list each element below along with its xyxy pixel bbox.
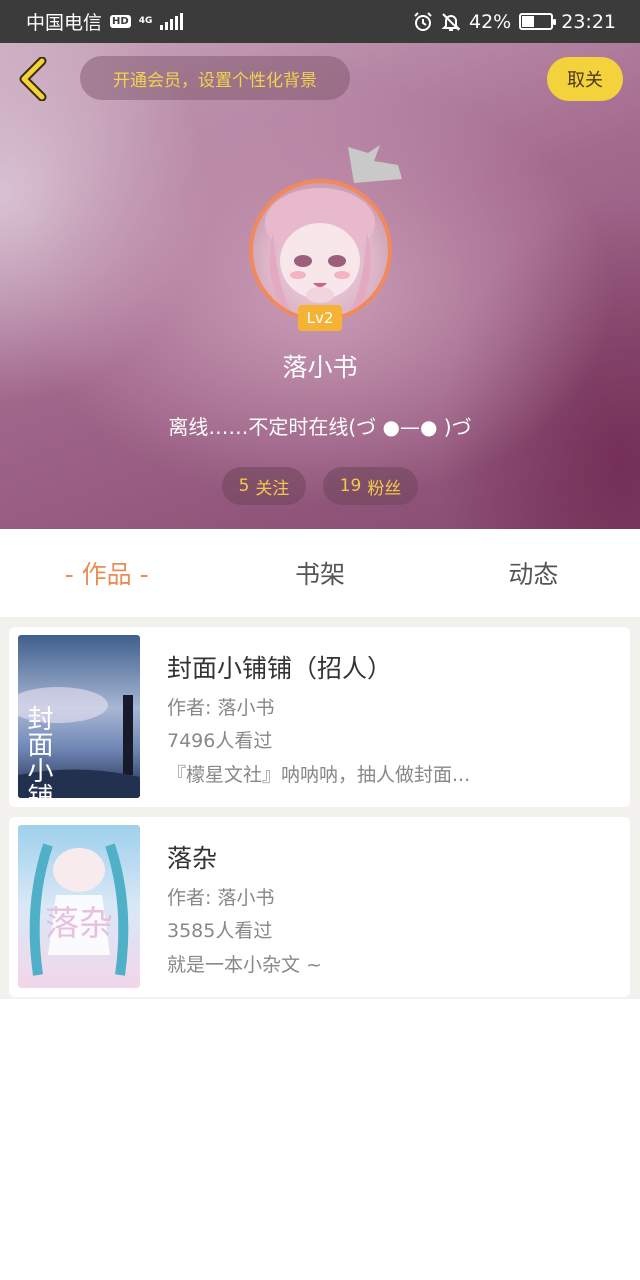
works-list: 封面小铺 封面小铺铺（招人） 作者: 落小书 7496人看过 『檬星文社』呐呐呐… <box>0 617 640 999</box>
book-title: 封面小铺铺（招人） <box>167 654 393 683</box>
book-author: 作者: 落小书 <box>167 697 275 719</box>
book-author: 作者: 落小书 <box>167 887 275 909</box>
tab-activity[interactable]: 动态 <box>427 555 640 591</box>
following-count: 5 <box>238 476 250 496</box>
user-bio: 离线……不定时在线(づ ●—● )づ <box>168 415 472 439</box>
followers-button[interactable]: 19 粉丝 <box>323 467 418 505</box>
tab-bookshelf[interactable]: 书架 <box>213 555 426 591</box>
cover-title: 落杂 <box>45 904 113 944</box>
list-item[interactable]: 落杂 落杂 作者: 落小书 3585人看过 就是一本小杂文 ~ <box>9 817 630 997</box>
battery-icon <box>519 13 557 30</box>
network-type-icon: 4G <box>138 16 153 26</box>
mute-bell-icon <box>441 12 461 31</box>
following-button[interactable]: 5 关注 <box>222 467 306 505</box>
following-label: 关注 <box>255 478 290 499</box>
battery-percent: 42% <box>469 10 512 33</box>
book-cover: 落杂 <box>18 825 140 988</box>
book-cover: 封面小铺 <box>18 635 140 798</box>
hd-icon: HD <box>110 15 131 28</box>
tab-works[interactable]: - 作品 - <box>0 555 213 591</box>
book-views: 7496人看过 <box>167 730 273 752</box>
cover-title: 封面小铺 <box>23 705 53 798</box>
followers-label: 粉丝 <box>367 478 402 499</box>
alarm-icon <box>414 11 432 31</box>
book-summary: 『檬星文社』呐呐呐，抽人做封面... <box>167 764 471 786</box>
unfollow-button[interactable]: 取关 <box>547 57 623 101</box>
book-views: 3585人看过 <box>167 920 273 942</box>
signal-icon <box>160 12 184 30</box>
username: 落小书 <box>282 353 358 382</box>
clock: 23:21 <box>561 10 616 33</box>
list-item[interactable]: 封面小铺 封面小铺铺（招人） 作者: 落小书 7496人看过 『檬星文社』呐呐呐… <box>9 627 630 807</box>
profile-tabs: - 作品 - 书架 动态 <box>0 529 640 617</box>
book-summary: 就是一本小杂文 ~ <box>167 954 322 976</box>
status-bar: 中国电信 HD 4G 42% 23:21 <box>0 0 640 43</box>
vip-background-banner[interactable]: 开通会员，设置个性化背景 <box>80 56 350 100</box>
carrier-label: 中国电信 <box>26 12 103 34</box>
avatar[interactable] <box>249 179 392 322</box>
book-title: 落杂 <box>167 844 218 873</box>
level-badge: Lv2 <box>298 305 342 331</box>
profile-header: 开通会员，设置个性化背景 取关 Lv2 落小书 离线……不定时在线(づ ●—● … <box>0 43 640 529</box>
back-arrow-icon[interactable] <box>16 57 50 101</box>
followers-count: 19 <box>339 476 362 496</box>
